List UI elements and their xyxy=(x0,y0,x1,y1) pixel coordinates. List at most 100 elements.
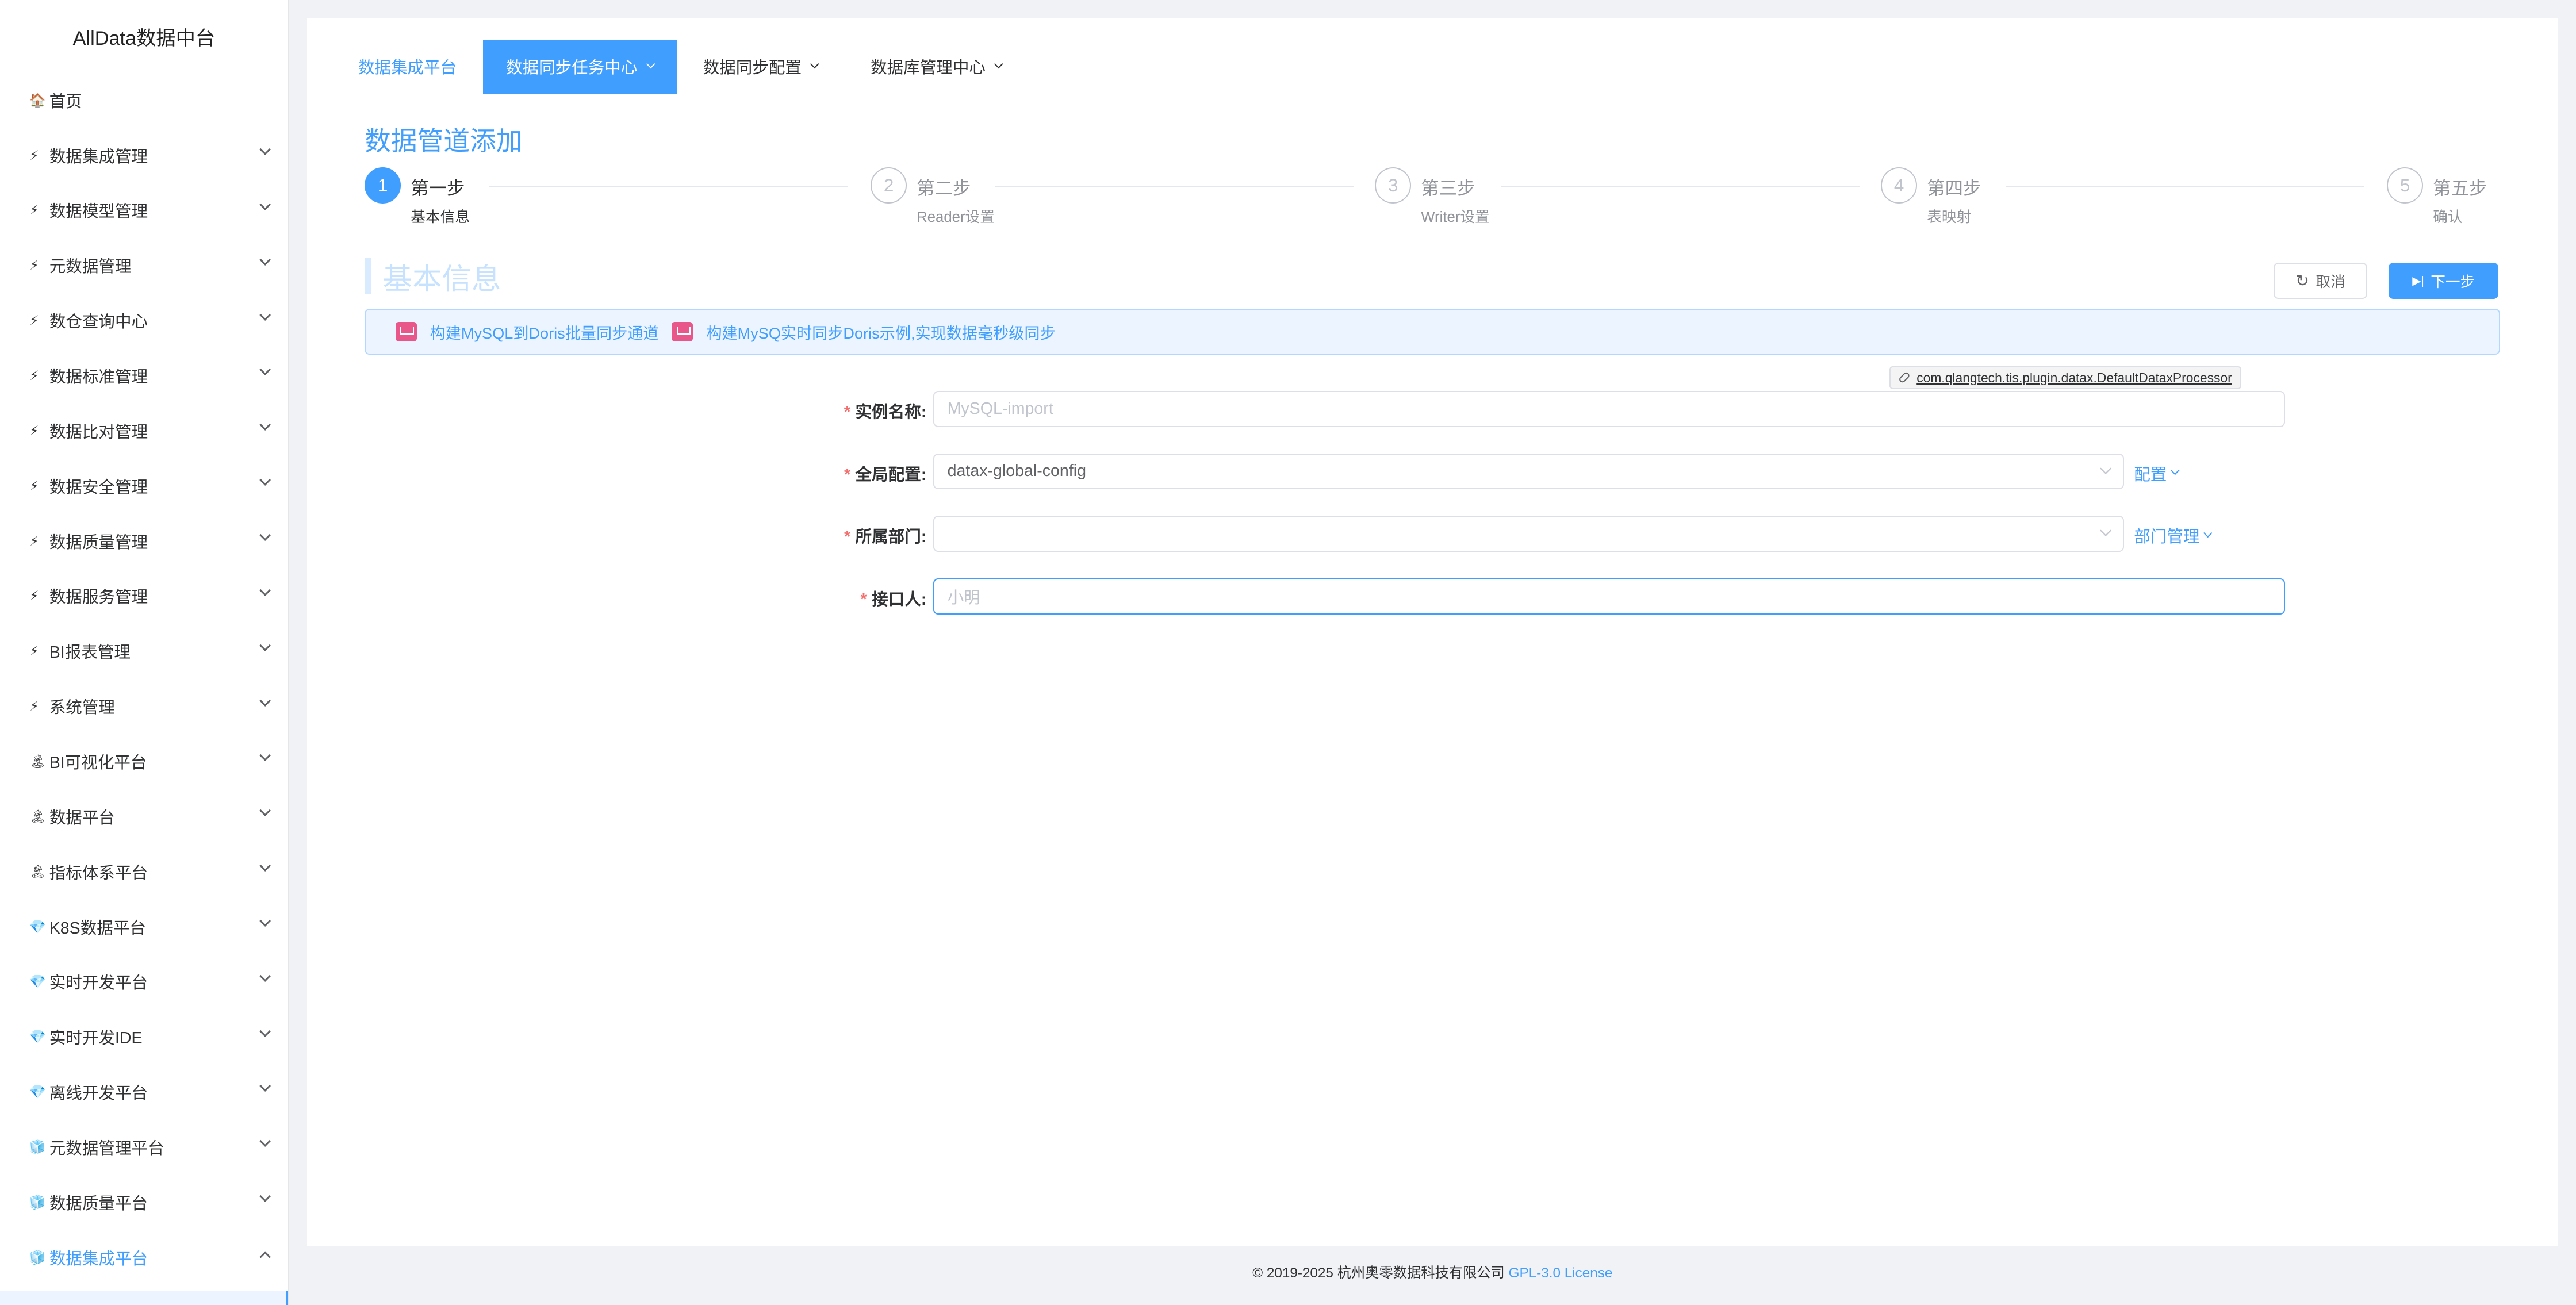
sidebar-item[interactable]: 🏠 首页 xyxy=(0,75,288,125)
department-management-link[interactable]: 部门管理 xyxy=(2134,524,2213,547)
chevron-down-icon xyxy=(259,144,271,156)
chevron-down-icon xyxy=(259,1191,271,1203)
sidebar-item[interactable]: 🧊 数据质量平台 xyxy=(0,1177,288,1227)
sidebar-item-label: BI报表管理 xyxy=(49,643,131,662)
sidebar-item-label: 离线开发平台 xyxy=(49,1084,148,1103)
global-config-select[interactable]: datax-global-config xyxy=(933,453,2125,490)
sidebar-item-label: 数据服务管理 xyxy=(49,588,148,607)
sidebar-item[interactable]: 💎 实时开发IDE xyxy=(0,1012,288,1062)
step-desc: Writer设置 xyxy=(1421,209,1490,226)
contact-input[interactable]: 小明 xyxy=(933,578,2286,615)
step-title: 第二步 xyxy=(917,178,971,198)
cube-icon: 🧊 xyxy=(29,1249,46,1265)
step-desc: 确认 xyxy=(2433,209,2463,226)
sidebar-item[interactable]: 🏝 BI可视化平台 xyxy=(0,737,288,786)
nav-home-link[interactable]: 数据集成平台 xyxy=(307,40,483,94)
gem-icon: 💎 xyxy=(29,974,46,989)
link-icon xyxy=(1897,371,1911,385)
sidebar-item-label: 数据集成管理 xyxy=(49,147,148,166)
lightning-icon: ⚡ xyxy=(29,258,39,273)
chevron-down-icon xyxy=(259,309,271,321)
mysql-doris-realtime-link[interactable]: 构建MySQ实时同步Doris示例,实现数据毫秒级同步 xyxy=(672,321,1056,343)
sidebar-item[interactable]: ⚡ 数据比对管理 xyxy=(0,406,288,456)
next-step-button[interactable]: ▶| 下一步 xyxy=(2389,263,2499,299)
sidebar-item[interactable]: 🧊 元数据管理平台 xyxy=(0,1123,288,1172)
processor-tag[interactable]: com.qlangtech.tis.plugin.datax.DefaultDa… xyxy=(1889,366,2242,390)
sidebar-item-label: 实时开发IDE xyxy=(49,1029,143,1048)
chevron-down-icon xyxy=(259,584,271,597)
step-title: 第四步 xyxy=(1927,178,1981,198)
chevron-down-icon xyxy=(810,59,819,69)
instance-name-input[interactable]: MySQL-import xyxy=(933,390,2286,427)
island-icon: 🏝 xyxy=(29,753,47,769)
sidebar-item[interactable]: ⚡ 系统管理 xyxy=(0,682,288,731)
label-colon: : xyxy=(921,465,927,484)
step-desc: Reader设置 xyxy=(917,209,995,226)
department-label: * 所属部门: xyxy=(680,524,927,547)
department-select[interactable] xyxy=(933,516,2125,552)
sidebar-item[interactable]: ⚡ 数据安全管理 xyxy=(0,461,288,511)
chevron-down-icon xyxy=(2099,462,2112,474)
cancel-button[interactable]: ↻ 取消 xyxy=(2274,263,2367,299)
mysql-doris-batch-link[interactable]: 构建MySQL到Doris批量同步通道 xyxy=(395,321,659,343)
sidebar-item[interactable]: 💎 离线开发平台 xyxy=(0,1068,288,1117)
tab-sync-config[interactable]: 数据同步配置 xyxy=(677,40,844,94)
config-link[interactable]: 配置 xyxy=(2134,462,2180,485)
sidebar-item-label: 数仓查询中心 xyxy=(49,313,148,332)
sidebar-item-label: 数据质量平台 xyxy=(49,1194,148,1213)
sidebar-item[interactable]: ⚡ 元数据管理 xyxy=(0,241,288,290)
chevron-down-icon xyxy=(259,805,271,817)
sidebar-item[interactable]: ⚡ 数据质量管理 xyxy=(0,516,288,566)
sidebar-item[interactable]: 💎 K8S数据平台 xyxy=(0,902,288,951)
doris-logo-icon xyxy=(672,321,693,342)
step-number: 1 xyxy=(365,167,401,204)
chevron-down-icon xyxy=(259,529,271,542)
step-connector xyxy=(2006,185,2364,187)
sidebar-item[interactable]: ⚡ BI报表管理 xyxy=(0,627,288,676)
lightning-icon: ⚡ xyxy=(29,698,39,714)
sidebar-item[interactable]: ⚡ 数据服务管理 xyxy=(0,571,288,621)
sidebar-item[interactable]: 🏝 数据平台 xyxy=(0,792,288,842)
global-config-label: * 全局配置: xyxy=(680,462,927,485)
chevron-down-icon xyxy=(259,860,271,872)
top-nav: 数据集成平台 数据同步任务中心 数据同步配置 数据库管理中心 xyxy=(307,39,1028,94)
sidebar-item[interactable]: 💎 实时开发平台 xyxy=(0,957,288,1007)
quick-start-alert: 构建MySQL到Doris批量同步通道 构建MySQ实时同步Doris示例,实现… xyxy=(365,309,2501,355)
lightning-icon: ⚡ xyxy=(29,202,39,218)
sidebar-item-label: 实时开发平台 xyxy=(49,974,148,993)
sidebar-item[interactable]: ⚡ 数据集成管理 xyxy=(0,130,288,180)
step-title: 第一步 xyxy=(411,178,465,198)
link-text: 配置 xyxy=(2134,465,2167,484)
tab-sync-task-center[interactable]: 数据同步任务中心 xyxy=(482,39,677,94)
label-text: 接口人 xyxy=(872,590,921,609)
tab-db-management[interactable]: 数据库管理中心 xyxy=(844,40,1028,94)
steps: 1 第一步 基本信息 2 第二步 Reader设置 3 第三步 Writer设置… xyxy=(365,167,2500,250)
sidebar-item[interactable]: 🏝 指标体系平台 xyxy=(0,847,288,896)
page-title: 数据管道添加 xyxy=(365,126,523,156)
sidebar-item[interactable]: ⚡ 数仓查询中心 xyxy=(0,296,288,346)
chevron-down-icon xyxy=(994,59,1003,69)
sidebar-item[interactable]: 🧊 数据集成平台 xyxy=(0,1233,288,1282)
sidebar-item[interactable]: ⚡ 数据标准管理 xyxy=(0,351,288,401)
step-desc: 基本信息 xyxy=(411,209,470,226)
chevron-down-icon xyxy=(646,59,656,69)
next-label: 下一步 xyxy=(2431,274,2475,291)
step-connector xyxy=(1501,185,1860,187)
cube-icon: 🧊 xyxy=(29,1194,46,1210)
section-accent-bar xyxy=(365,258,371,294)
chevron-down-icon xyxy=(259,1080,271,1092)
lightning-icon: ⚡ xyxy=(29,588,39,604)
license-link[interactable]: GPL-3.0 License xyxy=(1509,1265,1613,1281)
sidebar-item-label: 数据质量管理 xyxy=(49,533,148,552)
label-colon: : xyxy=(921,528,927,547)
sidebar-item[interactable]: ⚡ 数据模型管理 xyxy=(0,186,288,235)
step-number: 5 xyxy=(2387,167,2424,204)
sidebar-item-label: 数据标准管理 xyxy=(49,368,148,387)
copyright-text: © 2019-2025 杭州奥零数据科技有限公司 xyxy=(1252,1265,1505,1281)
step-connector xyxy=(995,185,1354,187)
submenu-indicator xyxy=(0,1291,288,1305)
lightning-icon: ⚡ xyxy=(29,423,39,438)
chevron-down-icon xyxy=(259,474,271,486)
sidebar-item-label: BI可视化平台 xyxy=(49,753,147,772)
required-mark: * xyxy=(860,590,867,609)
